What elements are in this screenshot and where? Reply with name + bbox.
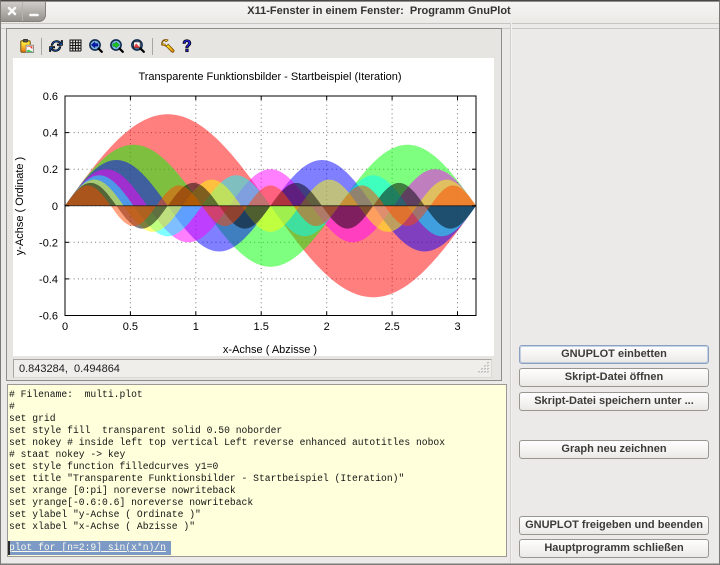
svg-text:1: 1: [193, 321, 199, 333]
svg-text:0: 0: [62, 321, 68, 333]
svg-text:-0.6: -0.6: [39, 311, 58, 323]
svg-text:y-Achse ( Ordinate ): y-Achse ( Ordinate ): [14, 157, 26, 255]
svg-text:0.5: 0.5: [123, 321, 138, 333]
svg-text:0.4: 0.4: [43, 128, 58, 140]
svg-text:3: 3: [454, 321, 460, 333]
svg-text:0.2: 0.2: [43, 164, 58, 176]
svg-text:2.5: 2.5: [384, 321, 399, 333]
svg-text:Transparente Funktionsbilder -: Transparente Funktionsbilder - Startbeis…: [138, 71, 401, 83]
svg-text:2: 2: [324, 321, 330, 333]
svg-text:1.5: 1.5: [254, 321, 269, 333]
svg-text:0: 0: [52, 201, 58, 213]
svg-text:-0.2: -0.2: [39, 237, 58, 249]
svg-text:-0.4: -0.4: [39, 274, 58, 286]
svg-text:x-Achse ( Abzisse ): x-Achse ( Abzisse ): [223, 344, 317, 356]
svg-text:0.6: 0.6: [43, 91, 58, 103]
